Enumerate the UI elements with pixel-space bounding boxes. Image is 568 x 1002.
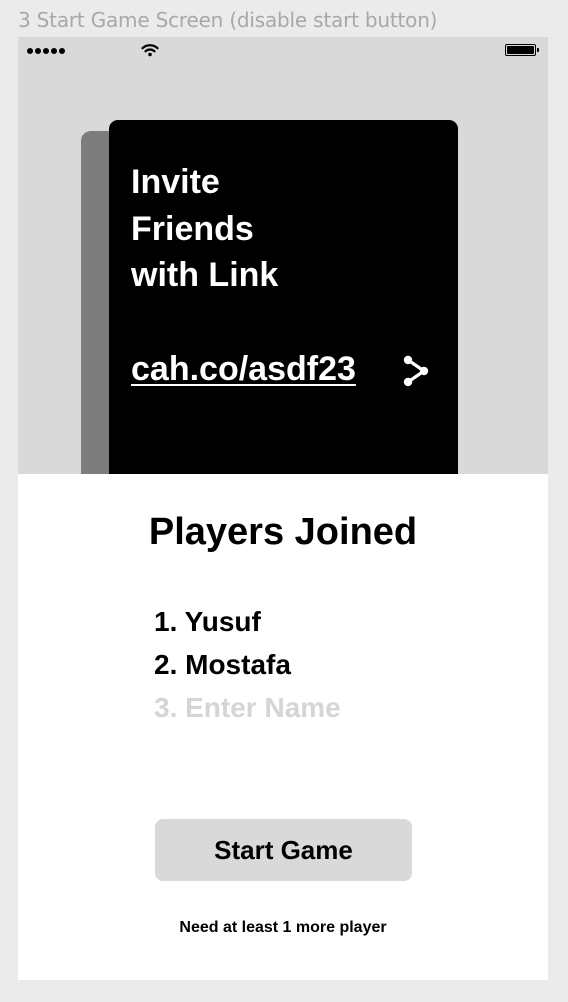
enter-name-placeholder[interactable]: 3. Enter Name (154, 686, 341, 729)
invite-area: Invite Friends with Link cah.co/asdf23 (18, 37, 548, 474)
players-joined-title: Players Joined (148, 511, 418, 553)
frame-label: 3 Start Game Screen (disable start butto… (18, 8, 438, 32)
invite-heading-line-1: Invite (131, 163, 220, 201)
invite-card: Invite Friends with Link cah.co/asdf23 (109, 120, 458, 474)
status-bar (18, 37, 548, 65)
phone-screen: Invite Friends with Link cah.co/asdf23 P… (18, 37, 548, 980)
invite-heading-line-3: with Link (131, 256, 279, 294)
player-list-item: 2. Mostafa (154, 649, 291, 680)
player-list: 1. Yusuf 2. Mostafa 3. Enter Name (154, 600, 341, 729)
battery-fill (507, 46, 534, 54)
invite-heading-line-2: Friends (131, 210, 254, 248)
battery-icon (505, 44, 539, 56)
wifi-icon (141, 44, 159, 57)
invite-link[interactable]: cah.co/asdf23 (131, 346, 356, 392)
start-game-button[interactable]: Start Game (155, 819, 412, 881)
signal-dots-icon (27, 48, 65, 54)
player-list-item: 1. Yusuf (154, 606, 261, 637)
share-icon[interactable] (401, 354, 431, 388)
need-more-players-hint: Need at least 1 more player (179, 919, 387, 936)
